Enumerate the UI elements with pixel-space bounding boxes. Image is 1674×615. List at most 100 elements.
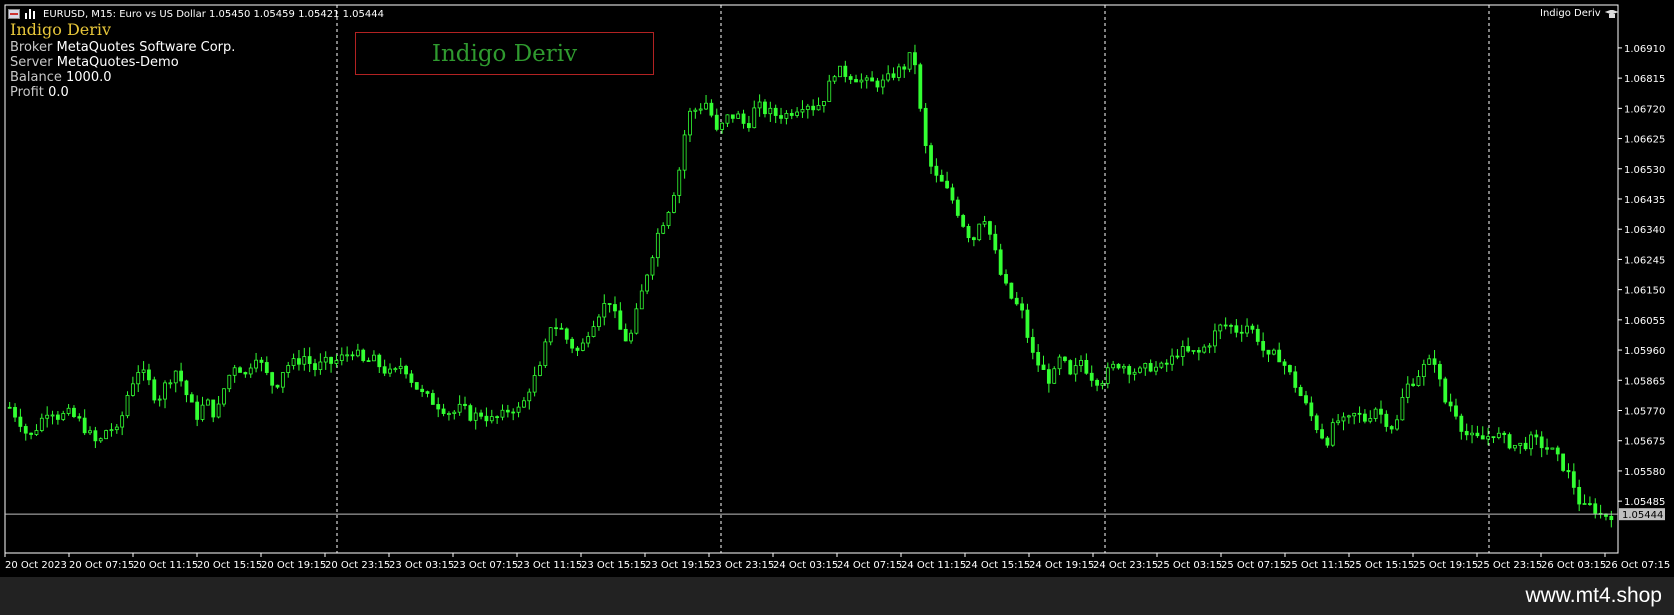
candle-body xyxy=(179,370,183,382)
candle-body xyxy=(1395,419,1399,430)
x-tick-label: 26 Oct 07:15 xyxy=(1605,560,1670,571)
candle-body xyxy=(1486,436,1491,440)
candle-body xyxy=(1175,355,1180,358)
flag-icon xyxy=(8,9,20,19)
candle-body xyxy=(216,403,221,418)
candle-body xyxy=(811,105,816,111)
candle-body xyxy=(377,354,382,368)
candle-body xyxy=(1400,397,1405,421)
candle-body xyxy=(1405,383,1410,398)
candle-body xyxy=(666,211,671,227)
candle-body xyxy=(838,65,842,78)
candle-body xyxy=(757,101,762,109)
y-tick-label: 1.06720 xyxy=(1624,104,1665,115)
candle-body xyxy=(238,367,242,373)
price-chart[interactable]: 1.06910 1.06815 1.06720 1.06625 1.06530 1.064… xyxy=(0,0,1674,577)
candle-body xyxy=(709,102,714,116)
candle-body xyxy=(1379,408,1383,415)
candle-body xyxy=(1325,437,1330,446)
candle-body xyxy=(966,226,971,239)
candle-body xyxy=(527,391,532,402)
candle-body xyxy=(1191,350,1196,352)
candle-body xyxy=(1502,432,1507,435)
candle-body xyxy=(843,65,848,77)
candle-body xyxy=(1464,431,1469,436)
candle-body xyxy=(7,406,12,409)
candle-body xyxy=(1593,503,1598,514)
x-tick-label: 25 Oct 07:15 xyxy=(1221,560,1286,571)
candle-body xyxy=(720,122,725,130)
x-tick-label: 23 Oct 19:15 xyxy=(645,560,710,571)
x-tick-label: 23 Oct 11:15 xyxy=(517,560,582,571)
candle-body xyxy=(1116,363,1121,369)
candle-body xyxy=(1443,378,1448,403)
candle-body xyxy=(77,416,82,419)
candle-body xyxy=(1475,432,1480,437)
candle-body xyxy=(880,79,885,88)
candle-body xyxy=(1234,325,1239,333)
candle-body xyxy=(1121,366,1126,369)
y-tick-label: 1.06625 xyxy=(1624,135,1665,146)
candle-body xyxy=(495,416,500,419)
chart-title-bar: EURUSD, M15: Euro vs US Dollar 1.05450 1… xyxy=(8,7,384,21)
x-tick-label: 25 Oct 19:15 xyxy=(1413,560,1478,571)
candle-body xyxy=(1346,415,1351,418)
candle-body xyxy=(463,403,467,406)
candle-body xyxy=(698,108,703,111)
candle-body xyxy=(848,76,853,80)
info-value: MetaQuotes-Demo xyxy=(56,55,179,70)
candle-body xyxy=(1389,426,1394,430)
x-tick-label: 24 Oct 19:15 xyxy=(1029,560,1094,571)
candle-body xyxy=(1545,447,1549,450)
candle-body xyxy=(1384,413,1389,427)
candle-body xyxy=(1020,303,1024,311)
candle-body xyxy=(1550,447,1555,450)
candle-body xyxy=(275,384,280,388)
candle-body xyxy=(227,374,232,390)
candle-body xyxy=(784,112,789,119)
x-tick-label: 20 Oct 11:15 xyxy=(133,560,198,571)
candle-body xyxy=(902,66,907,70)
candle-body xyxy=(1057,356,1062,370)
candle-body xyxy=(1357,412,1362,415)
candle-body xyxy=(548,327,553,343)
candle-body xyxy=(409,373,414,383)
candle-body xyxy=(1304,395,1308,404)
candle-body xyxy=(1341,416,1346,422)
x-tick-label: 23 Oct 23:15 xyxy=(709,560,774,571)
candle-body xyxy=(1513,444,1517,449)
candle-body xyxy=(1127,366,1132,375)
y-tick-label: 1.05770 xyxy=(1624,406,1665,417)
candle-body xyxy=(816,105,821,111)
candle-body xyxy=(334,360,339,364)
candle-body xyxy=(61,413,66,420)
candle-body xyxy=(147,369,151,381)
candle-body xyxy=(130,383,135,396)
candle-body xyxy=(1518,442,1523,446)
candle-body xyxy=(730,114,735,119)
candle-body xyxy=(345,354,350,357)
candle-body xyxy=(125,394,130,417)
candle-body xyxy=(82,417,87,434)
candle-body xyxy=(832,76,837,82)
y-tick-label: 1.05580 xyxy=(1624,467,1665,478)
time-axis[interactable]: 20 Oct 2023 20 Oct 07:1520 Oct 11:1520 Oc… xyxy=(4,553,1670,571)
x-tick-label: 25 Oct 11:15 xyxy=(1285,560,1350,571)
candle-body xyxy=(1609,515,1614,521)
candle-body xyxy=(1245,325,1249,334)
chart-window[interactable]: 1.06910 1.06815 1.06720 1.06625 1.06530 1.064… xyxy=(0,0,1674,577)
candle-body xyxy=(393,368,398,371)
candle-body xyxy=(629,332,633,342)
price-axis[interactable]: 1.06910 1.06815 1.06720 1.06625 1.06530 1.064… xyxy=(1618,44,1665,508)
current-price-label: 1.05444 xyxy=(1622,510,1663,521)
candle-body xyxy=(307,356,312,365)
candle-body xyxy=(939,174,944,182)
candle-body xyxy=(98,438,103,442)
candle-body xyxy=(302,356,307,365)
candle-body xyxy=(157,398,162,401)
candle-body xyxy=(570,338,575,349)
candle-body xyxy=(355,349,360,357)
candle-body xyxy=(672,194,676,213)
ea-indicator[interactable]: Indigo Deriv xyxy=(1540,8,1619,19)
candle-body xyxy=(607,303,612,305)
